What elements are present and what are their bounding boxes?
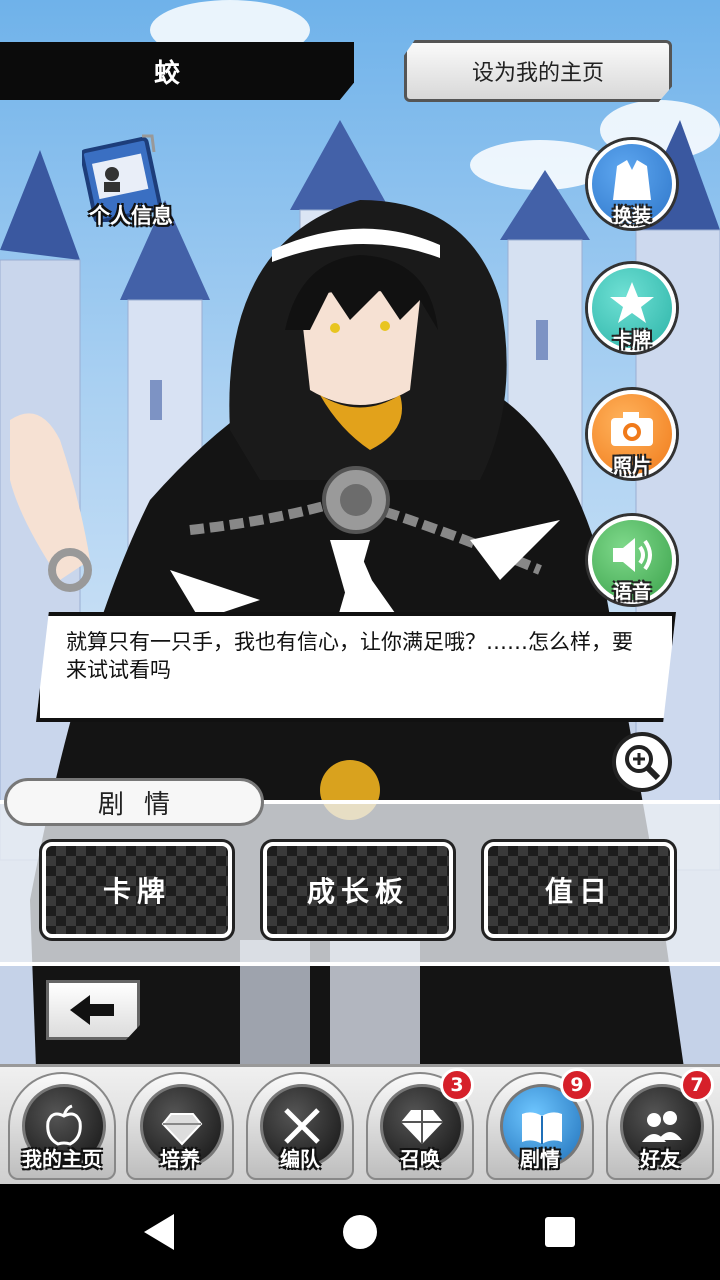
voice-label: 语音 [612,581,651,603]
tab-summon[interactable]: 召唤 3 [366,1068,474,1180]
nav-recents-icon [545,1217,575,1247]
apple-icon [46,1104,82,1146]
tab-summon-label: 召唤 [400,1147,440,1171]
photo-button[interactable]: 照片 [588,390,676,478]
card-label: 卡牌 [612,329,651,351]
friends-badge: 7 [680,1068,714,1102]
outfit-button[interactable]: 换装 [588,140,676,228]
tab-story[interactable]: 剧情 9 [486,1068,594,1180]
story-card-button[interactable]: 卡牌 [42,842,232,938]
home-screen: 蛟 设为我的主页 个人信息 换装 卡牌 照片 语音 就算只有一只手，我也有信心，… [0,0,720,1280]
nav-home-button[interactable] [338,1210,382,1254]
book-icon [522,1112,562,1144]
tab-team-label: 编队 [280,1147,320,1171]
character-name-bar: 蛟 [0,42,354,100]
camera-icon [611,412,653,446]
zoom-in-icon [625,745,661,781]
growth-board-label: 成长板 [306,875,409,908]
character-name: 蛟 [153,58,180,89]
outfit-icon [613,160,651,200]
tab-train-label: 培养 [160,1147,200,1171]
gem-cluster-icon [161,1113,203,1146]
outfit-label: 换装 [612,205,651,227]
diamond-icon [401,1110,443,1144]
summon-badge: 3 [440,1068,474,1102]
tab-team[interactable]: 编队 [246,1072,354,1180]
nav-back-icon [144,1214,174,1250]
tab-friends-label: 好友 [640,1147,680,1171]
profile-label: 个人信息 [89,204,173,228]
nav-recents-button[interactable] [538,1210,582,1254]
card-button[interactable]: 卡牌 [588,264,676,352]
duty-label: 值日 [544,875,613,908]
friends-icon [642,1111,682,1142]
profile-button[interactable]: 个人信息 [76,132,196,242]
voice-button[interactable]: 语音 [588,516,676,604]
crossed-swords-icon [284,1108,320,1144]
story-card-label: 卡牌 [102,875,171,908]
dialogue-text: 就算只有一只手，我也有信心，让你满足哦？……怎么样，要来试试看吗 [66,630,633,682]
growth-board-button[interactable]: 成长板 [263,842,453,938]
zoom-button[interactable] [612,732,672,792]
speaker-icon [613,538,652,572]
nav-home-icon [343,1215,377,1249]
set-home-label: 设为我的主页 [471,61,604,86]
tab-my-home-label: 我的主页 [22,1147,102,1171]
photo-label: 照片 [612,455,651,477]
story-tab[interactable]: 剧情 [4,778,264,826]
set-home-button[interactable]: 设为我的主页 [404,40,672,102]
back-button[interactable] [46,980,140,1040]
tab-friends[interactable]: 好友 7 [606,1068,714,1180]
tab-my-home[interactable]: 我的主页 [8,1072,116,1180]
star-card-icon [610,282,654,323]
tab-train[interactable]: 培养 [126,1072,234,1180]
story-tab-label: 剧情 [97,789,190,820]
duty-button[interactable]: 值日 [484,842,674,938]
story-badge: 9 [560,1068,594,1102]
tab-story-label: 剧情 [520,1147,560,1171]
back-arrow-icon [70,995,114,1025]
nav-back-button[interactable] [138,1210,182,1254]
